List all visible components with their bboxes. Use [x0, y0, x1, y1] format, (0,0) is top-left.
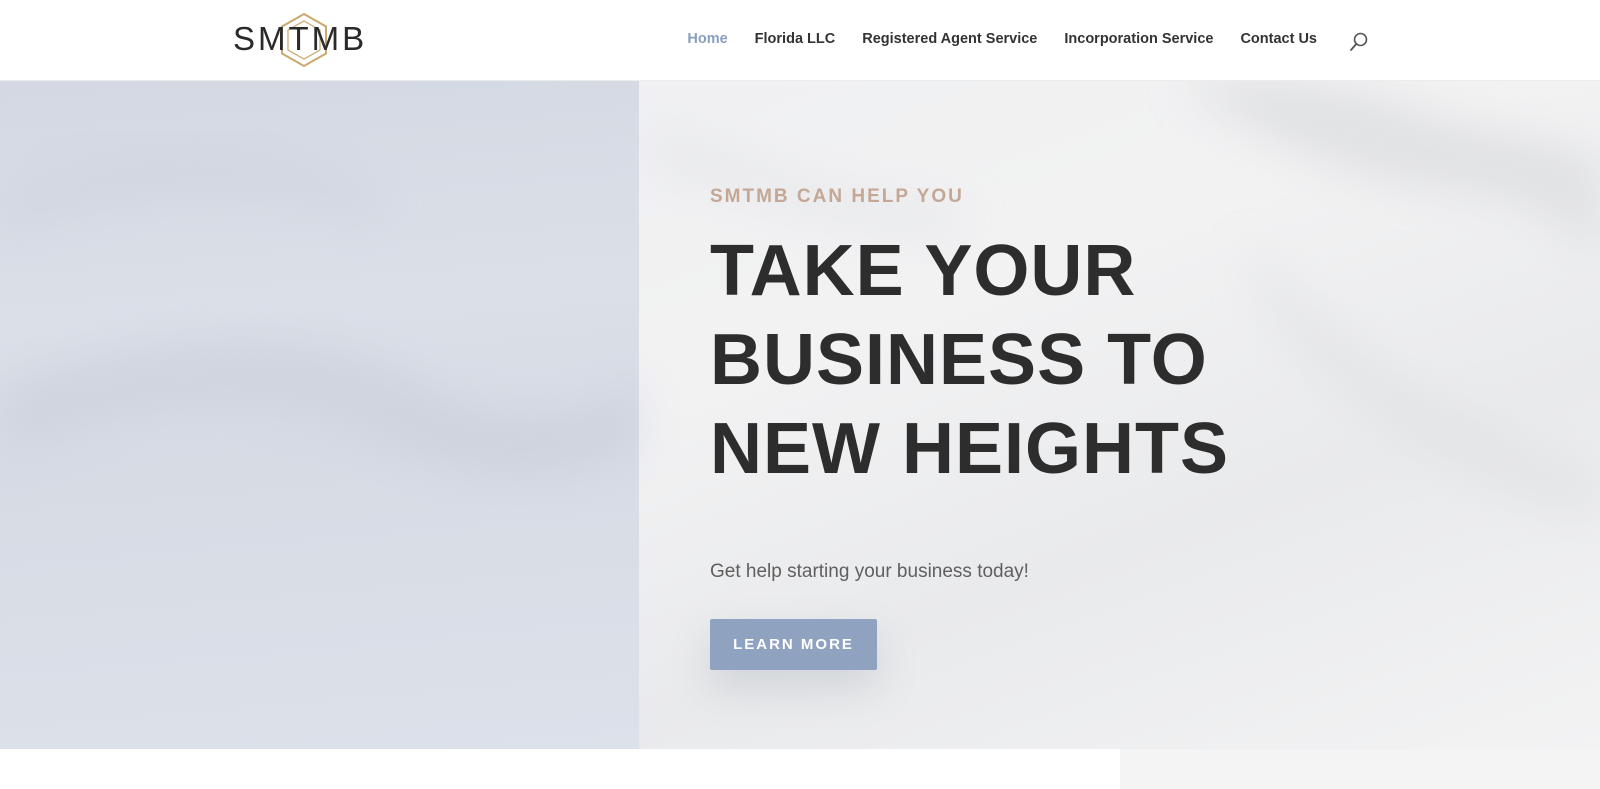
logo-text: SMTMB — [233, 20, 368, 57]
hero-eyebrow: SMTMB CAN HELP YOU — [710, 186, 964, 207]
hero-headline: TAKE YOUR BUSINESS TO NEW HEIGHTS — [710, 227, 1410, 494]
headline-line-2: BUSINESS TO — [710, 320, 1208, 400]
search-icon[interactable] — [1349, 31, 1369, 53]
nav-item-contact-us[interactable]: Contact Us — [1240, 29, 1317, 49]
headline-line-3: NEW HEIGHTS — [710, 409, 1230, 489]
nav-item-registered-agent-service[interactable]: Registered Agent Service — [862, 29, 1037, 49]
main-nav: Home Florida LLC Registered Agent Servic… — [687, 29, 1317, 49]
next-section-strip — [0, 749, 1600, 789]
hero-subtext: Get help starting your business today! — [710, 561, 1029, 582]
hero-left-panel — [0, 81, 639, 749]
site-header: SMTMB Home Florida LLC Registered Agent … — [0, 0, 1600, 81]
hero-section: SMTMB CAN HELP YOU TAKE YOUR BUSINESS TO… — [0, 81, 1600, 749]
hero-content: SMTMB CAN HELP YOU TAKE YOUR BUSINESS TO… — [710, 185, 1410, 670]
nav-item-home[interactable]: Home — [687, 29, 727, 49]
learn-more-button[interactable]: LEARN MORE — [710, 619, 877, 670]
nav-item-incorporation-service[interactable]: Incorporation Service — [1064, 29, 1213, 49]
next-section-card — [0, 749, 1120, 789]
headline-line-1: TAKE YOUR — [710, 231, 1137, 311]
site-logo[interactable]: SMTMB — [233, 10, 383, 70]
nav-item-florida-llc[interactable]: Florida LLC — [755, 29, 836, 49]
